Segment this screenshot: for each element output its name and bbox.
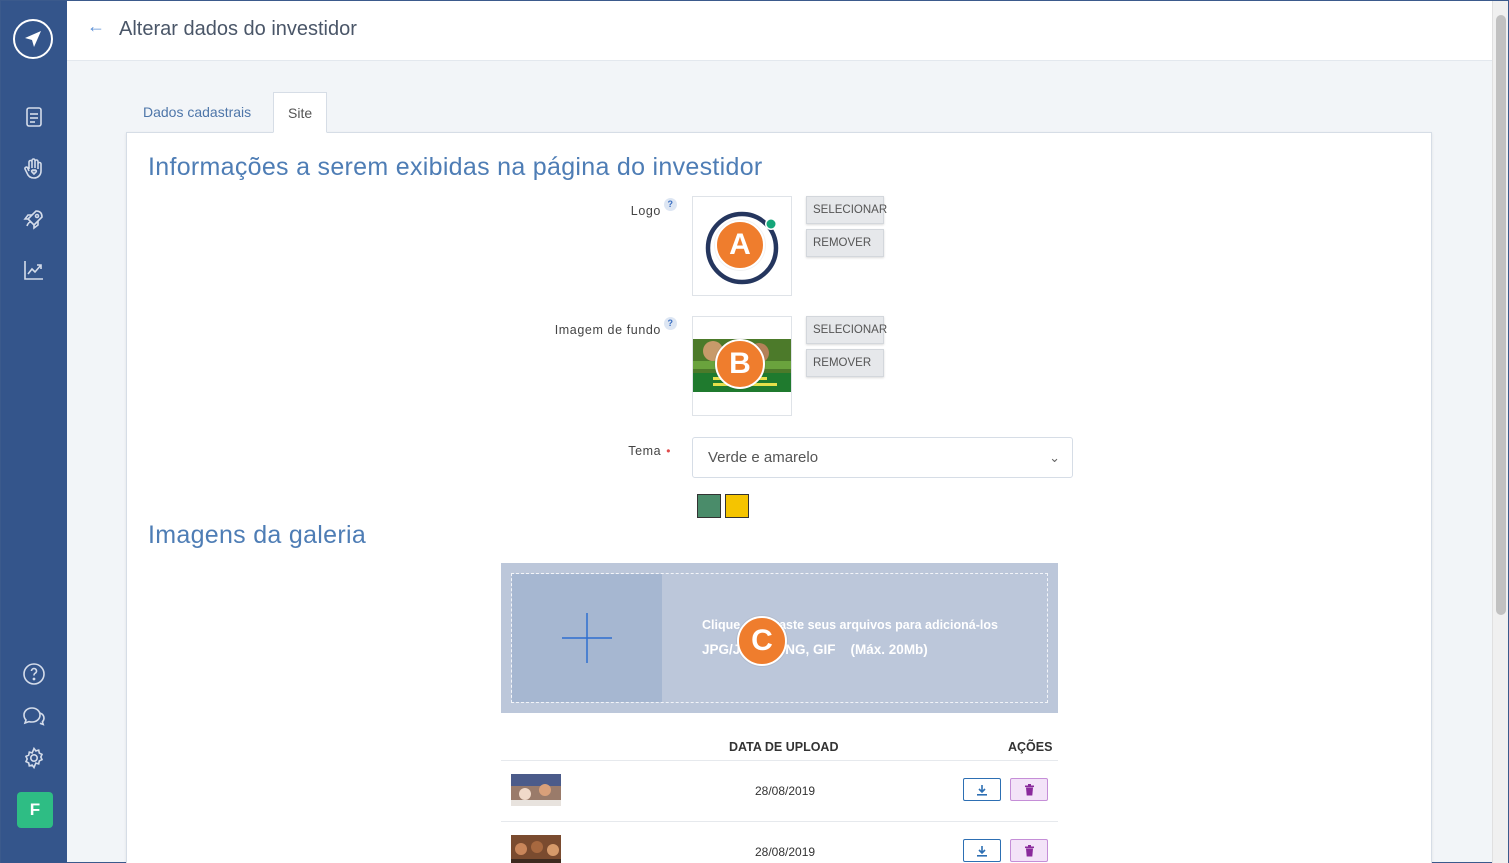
download-icon	[977, 784, 987, 796]
section-title-info: Informações a serem exibidas na página d…	[148, 153, 763, 181]
download-button[interactable]	[963, 778, 1001, 801]
download-icon	[977, 845, 987, 857]
theme-select[interactable]: Verde e amarelo ⌄	[692, 437, 1073, 478]
theme-select-value: Verde e amarelo	[708, 449, 819, 466]
help-icon[interactable]: ?	[664, 198, 677, 211]
send-icon	[25, 31, 41, 47]
back-arrow-icon[interactable]: ←	[87, 16, 105, 37]
delete-button[interactable]	[1010, 839, 1048, 862]
upload-date: 28/08/2019	[755, 784, 816, 798]
tab-dados-cadastrais[interactable]: Dados cadastrais	[129, 92, 265, 133]
chart-icon[interactable]	[18, 254, 50, 286]
app-logo[interactable]	[13, 19, 53, 59]
page-header: ← Alterar dados do investidor	[67, 1, 1492, 61]
avatar[interactable]: F	[17, 792, 53, 828]
badge-a: A	[715, 220, 765, 270]
theme-color-yellow	[725, 494, 749, 518]
divider	[501, 760, 1058, 761]
upload-date: 28/08/2019	[755, 845, 816, 859]
hand-heart-icon[interactable]	[18, 153, 50, 185]
chevron-down-icon: ⌄	[1049, 450, 1060, 465]
help-icon[interactable]	[18, 658, 50, 690]
download-button[interactable]	[963, 839, 1001, 862]
site-panel: Informações a serem exibidas na página d…	[126, 132, 1432, 863]
scrollbar-thumb[interactable]	[1496, 15, 1506, 615]
upload-formats: JPG/JPEG, PNG, GIF (Máx. 20Mb)	[702, 642, 928, 657]
sidebar: F	[1, 1, 67, 863]
theme-label: Tema •	[628, 444, 671, 458]
page-title: Alterar dados do investidor	[119, 18, 357, 40]
tab-site[interactable]: Site	[273, 92, 328, 133]
divider	[501, 821, 1058, 822]
logo-remove-button[interactable]: REMOVER	[806, 229, 884, 257]
background-select-button[interactable]: SELECIONAR	[806, 316, 887, 344]
logo-label: Logo?	[547, 198, 677, 218]
theme-color-green	[697, 494, 721, 518]
column-header-date: DATA DE UPLOAD	[729, 740, 839, 754]
gallery-thumbnail[interactable]	[511, 835, 561, 863]
section-title-gallery: Imagens da galeria	[148, 521, 367, 549]
help-icon[interactable]: ?	[664, 317, 677, 330]
rocket-icon[interactable]	[18, 203, 50, 235]
settings-icon[interactable]	[18, 742, 50, 774]
background-label: Imagem de fundo?	[507, 317, 677, 337]
trash-icon	[1024, 783, 1034, 795]
logo-select-button[interactable]: SELECIONAR	[806, 196, 887, 224]
required-mark: •	[666, 444, 671, 458]
delete-button[interactable]	[1010, 778, 1048, 801]
column-header-actions: AÇÕES	[1008, 740, 1053, 754]
gallery-thumbnail[interactable]	[511, 774, 561, 806]
document-icon[interactable]	[18, 101, 50, 133]
background-remove-button[interactable]: REMOVER	[806, 349, 884, 377]
chat-icon[interactable]	[18, 700, 50, 732]
trash-icon	[1024, 844, 1034, 856]
scrollbar[interactable]	[1492, 1, 1508, 863]
badge-c: C	[737, 616, 787, 666]
badge-b: B	[715, 339, 765, 389]
